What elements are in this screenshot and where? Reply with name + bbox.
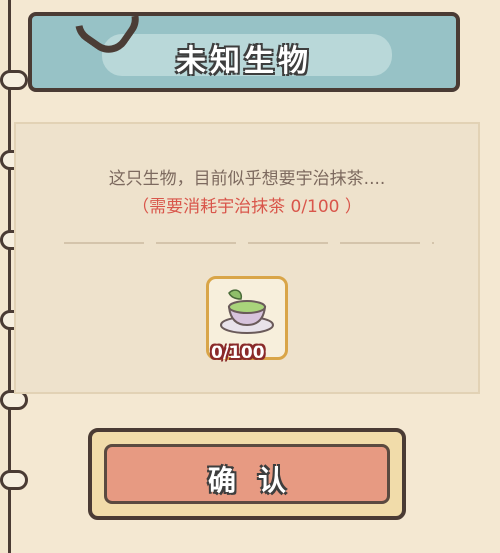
confirm-button[interactable]: 确认	[104, 444, 390, 504]
dialog-description: 这只生物，目前似乎想要宇治抹茶....	[108, 169, 386, 189]
confirm-frame: 确认	[88, 428, 406, 520]
binder-ring	[0, 470, 28, 490]
matcha-tea-icon	[220, 289, 274, 334]
confirm-label: 确认	[207, 464, 308, 497]
item-count: 0/100	[211, 343, 265, 363]
divider	[64, 242, 434, 244]
dialog-panel: 这只生物，目前似乎想要宇治抹茶.... （需要消耗宇治抹茶 0/100 ） 0/…	[14, 122, 480, 394]
item-slot[interactable]: 0/100	[206, 276, 288, 363]
requirement-text: （需要消耗宇治抹茶 0/100 ）	[132, 197, 362, 217]
binder-ring	[0, 70, 28, 90]
